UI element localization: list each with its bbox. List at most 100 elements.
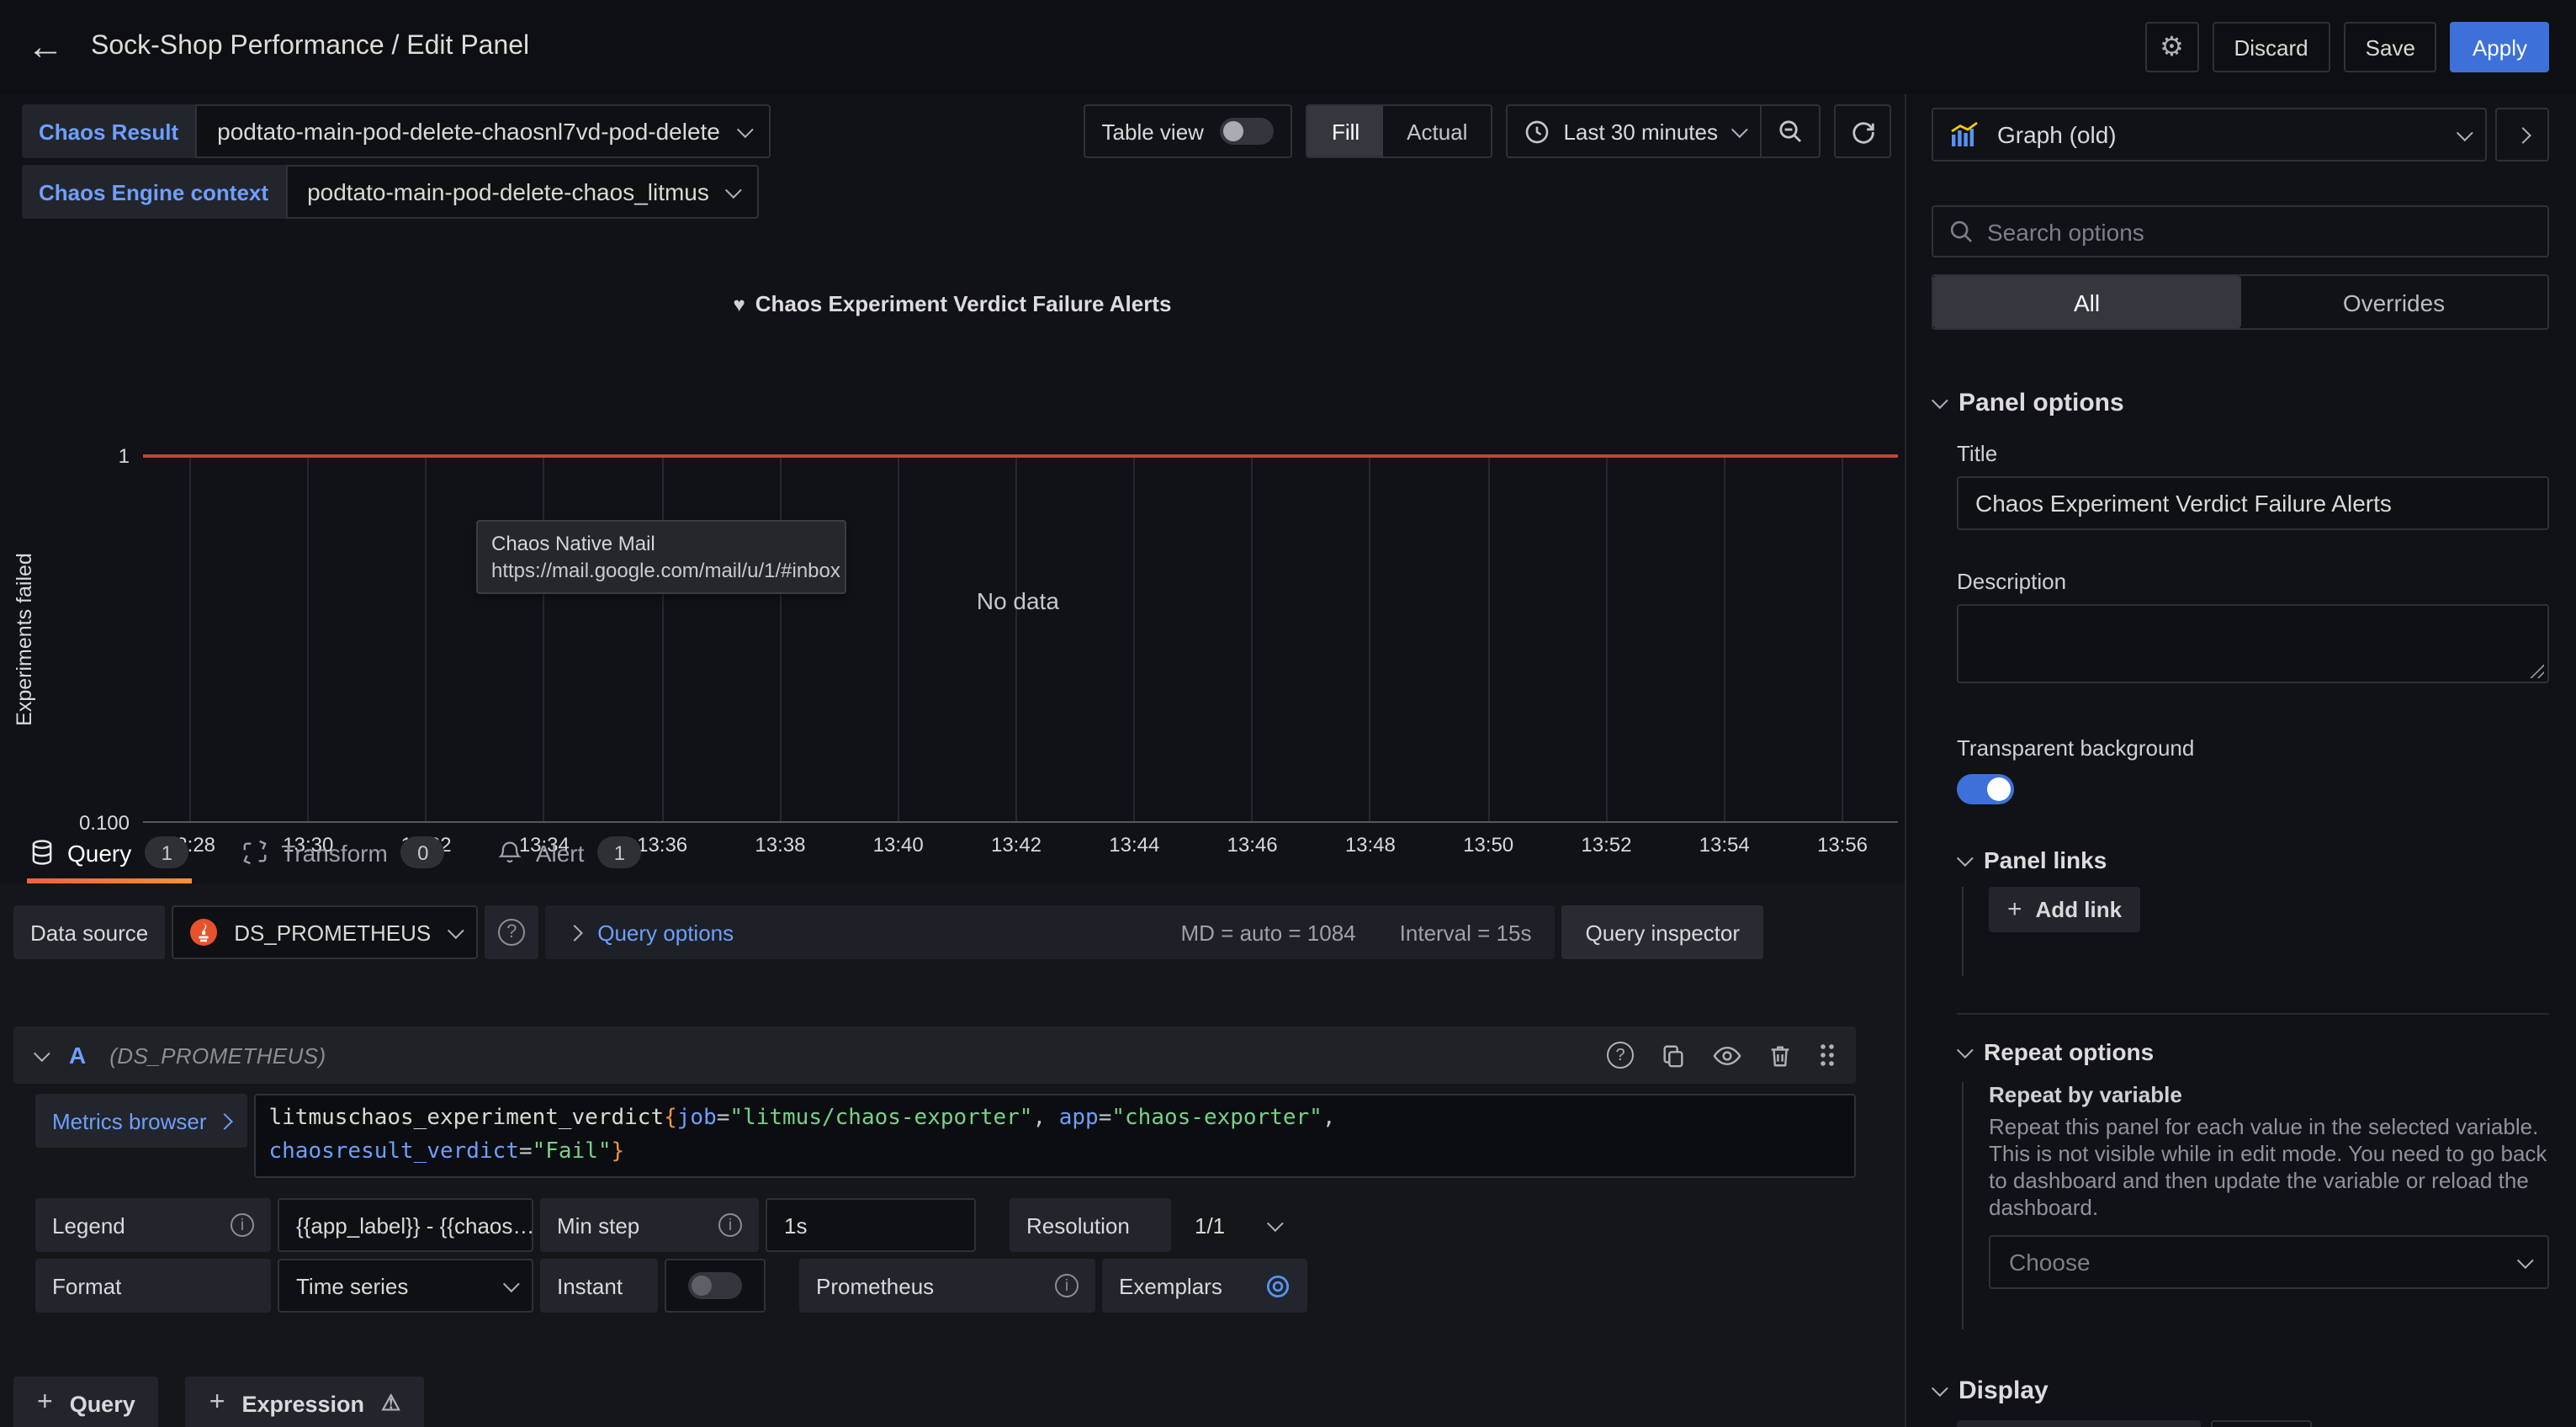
panel-links-header[interactable]: Panel links (1957, 846, 2549, 873)
query-row-header[interactable]: A (DS_PROMETHEUS) ? (13, 1026, 1856, 1084)
chevron-right-icon (2514, 126, 2531, 143)
resize-grip-icon[interactable] (2529, 663, 2544, 678)
time-range-button[interactable]: Last 30 minutes (1508, 106, 1760, 156)
fill-option[interactable]: Fill (1308, 106, 1383, 156)
gridline (189, 456, 191, 821)
table-view-label: Table view (1102, 119, 1204, 144)
panel-link-tooltip[interactable]: Chaos Native Mail https://mail.google.co… (476, 520, 846, 594)
promql-token: = (717, 1106, 730, 1131)
panel-options-body: Title Description Transparent background… (1932, 417, 2549, 1329)
plus-icon: + (209, 1388, 225, 1419)
promql-token: , (1032, 1106, 1058, 1131)
query-inspector-button[interactable]: Query inspector (1561, 905, 1763, 959)
repeat-options-header[interactable]: Repeat options (1957, 1038, 2549, 1065)
transform-icon (242, 840, 268, 865)
help-circle-button[interactable]: ? (1607, 1042, 1634, 1069)
repeat-variable-select[interactable]: Choose (1989, 1235, 2549, 1289)
time-range-label: Last 30 minutes (1563, 119, 1718, 144)
query-ref-id: A (69, 1042, 86, 1069)
actual-option[interactable]: Actual (1383, 106, 1491, 156)
save-button[interactable]: Save (2344, 22, 2437, 72)
format-select[interactable]: Time series (278, 1259, 533, 1313)
grip-dots-icon (1819, 1042, 1836, 1069)
tab-all[interactable]: All (1933, 276, 2240, 328)
add-query-button[interactable]: + Query (13, 1377, 159, 1427)
no-data-text: No data (977, 587, 1059, 614)
duplicate-query-button[interactable] (1661, 1042, 1686, 1068)
tab-query[interactable]: Query 1 (27, 821, 192, 883)
query-row-body: Metrics browser litmuschaos_experiment_v… (13, 1084, 1856, 1313)
promql-token: litmuschaos_experiment_verdict (269, 1106, 665, 1131)
chevron-down-icon (1267, 1214, 1284, 1231)
metrics-browser-button[interactable]: Metrics browser (35, 1094, 247, 1148)
collapse-options-button[interactable] (2495, 108, 2549, 162)
panel-title-text: Chaos Experiment Verdict Failure Alerts (755, 291, 1172, 316)
panel-links-body: + Add link (1962, 887, 2549, 976)
tab-label: Query (67, 839, 131, 866)
display-header[interactable]: Display (1932, 1377, 2549, 1405)
exemplars-control[interactable]: Exemplars (1102, 1259, 1307, 1313)
visualization-picker[interactable]: Graph (old) (1932, 108, 2487, 162)
tab-transform[interactable]: Transform 0 (239, 821, 448, 883)
chevron-down-icon (737, 120, 754, 137)
apply-button[interactable]: Apply (2451, 22, 2549, 72)
gridline (1133, 456, 1135, 821)
settings-button[interactable]: ⚙ (2145, 22, 2199, 72)
query-datasource-hint: (DS_PROMETHEUS) (109, 1042, 326, 1068)
refresh-button[interactable] (1834, 104, 1891, 158)
resolution-select[interactable]: 1/1 (1178, 1198, 1296, 1252)
add-expression-button[interactable]: + Expression ⚠ (186, 1377, 425, 1427)
heart-icon: ♥ (734, 293, 745, 316)
chevron-down-icon (1957, 849, 1974, 866)
display-body: Bars (1932, 1405, 2549, 1427)
tab-overrides[interactable]: Overrides (2240, 276, 2547, 328)
promql-token: "Fail" (533, 1139, 612, 1164)
table-view-toggle[interactable] (1221, 118, 1275, 145)
query-options-bar[interactable]: Query options MD = auto = 1084 Interval … (545, 905, 1555, 959)
variable-value-dropdown[interactable]: podtato-main-pod-delete-chaosnl7vd-pod-d… (195, 104, 771, 158)
variable-chaos-engine-context: Chaos Engine context podtato-main-pod-de… (22, 165, 771, 219)
chart-plot-area[interactable]: 1 0.100 No data 13:2813:3013:3213:3413:3… (143, 456, 1898, 823)
min-step-input[interactable]: 1s (766, 1198, 976, 1252)
toggle-visibility-button[interactable] (1713, 1042, 1741, 1068)
datasource-row: Data source DS_PROMETHEUS ? (13, 905, 1763, 959)
panel-title-input[interactable] (1957, 476, 2549, 530)
tab-label: Transform (281, 839, 388, 866)
transparent-background-toggle[interactable] (1957, 774, 2014, 804)
transparent-background-label: Transparent background (1957, 735, 2549, 761)
help-icon: ? (498, 919, 525, 946)
top-bar-actions: ⚙ Discard Save Apply (2145, 22, 2550, 72)
back-arrow-icon[interactable]: ← (27, 29, 64, 66)
gridline (661, 456, 663, 821)
promql-token: chaosresult_verdict (269, 1139, 519, 1164)
search-icon (1948, 219, 1974, 244)
add-link-button[interactable]: + Add link (1989, 887, 2140, 932)
info-icon: i (1055, 1274, 1079, 1297)
legend-input[interactable]: {{app_label}} - {{chaos… (278, 1198, 533, 1252)
options-search-input[interactable] (1987, 218, 2532, 245)
query-options-label: Query options (597, 920, 734, 945)
discard-button[interactable]: Discard (2213, 22, 2330, 72)
drag-handle[interactable] (1819, 1042, 1836, 1069)
datasource-name: DS_PROMETHEUS (234, 920, 431, 945)
datasource-picker[interactable]: DS_PROMETHEUS (172, 905, 478, 959)
gridline (779, 456, 781, 821)
dashboard-variables: Chaos Result podtato-main-pod-delete-cha… (22, 104, 771, 219)
panel-description-textarea[interactable] (1957, 604, 2549, 683)
datasource-help-button[interactable]: ? (485, 905, 538, 959)
tab-alert[interactable]: Alert 1 (496, 821, 645, 883)
zoom-out-button[interactable] (1760, 106, 1819, 156)
trash-icon (1768, 1042, 1792, 1068)
chevron-right-icon (216, 1112, 233, 1129)
interval-stat: Interval = 15s (1400, 920, 1532, 945)
format-label: Format (35, 1259, 271, 1313)
prometheus-icon (190, 919, 217, 946)
panel-options-header[interactable]: Panel options (1932, 389, 2549, 417)
delete-query-button[interactable] (1768, 1042, 1792, 1068)
view-controls: Table view Fill Actual Last 30 minutes (1084, 104, 1891, 158)
tab-count-badge: 1 (597, 836, 641, 868)
instant-toggle[interactable] (688, 1272, 742, 1299)
promql-expression[interactable]: litmuschaos_experiment_verdict{job="litm… (254, 1094, 1857, 1178)
variable-value-dropdown[interactable]: podtato-main-pod-delete-chaos_litmus (285, 165, 760, 219)
x-axis-tick: 13:50 (1463, 833, 1513, 857)
